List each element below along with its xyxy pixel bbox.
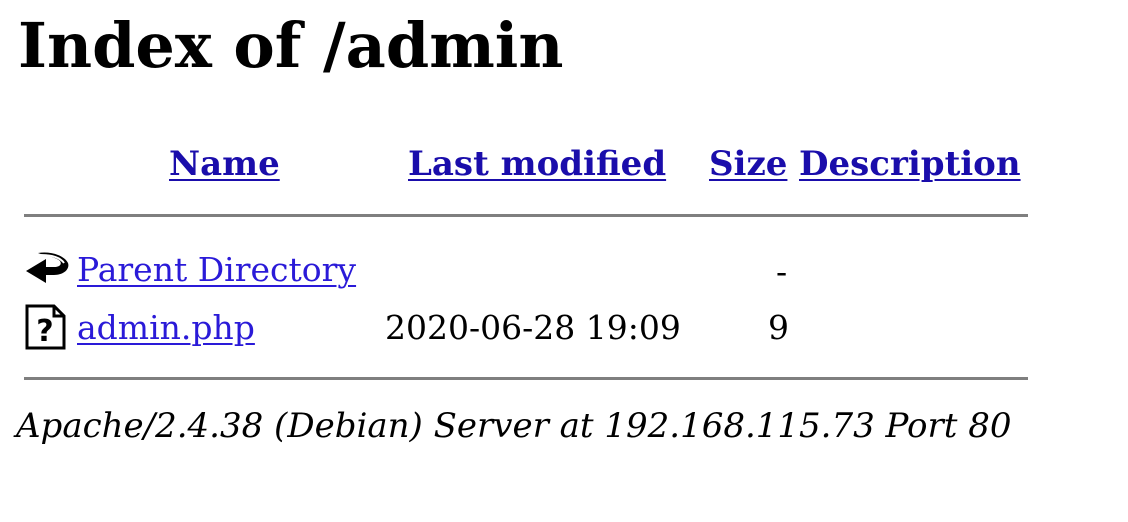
admin-php-size: 9	[768, 308, 789, 347]
sort-by-last-modified-link[interactable]: Last modified	[408, 142, 666, 186]
page-title: Index of /admin	[18, 9, 564, 82]
server-signature: Apache/2.4.38 (Debian) Server at 192.168…	[16, 406, 1012, 446]
parent-directory-link[interactable]: Parent Directory	[77, 248, 356, 292]
admin-php-link[interactable]: admin.php	[77, 306, 255, 350]
unknown-file-icon: ?	[24, 304, 70, 350]
bottom-divider	[24, 377, 1028, 380]
back-arrow-icon	[24, 247, 70, 293]
parent-directory-size: -	[776, 252, 788, 291]
sort-by-size-link[interactable]: Size	[709, 142, 787, 186]
top-divider	[24, 214, 1028, 217]
svg-text:?: ?	[36, 314, 53, 349]
sort-by-name-link[interactable]: Name	[169, 142, 280, 186]
sort-by-description-link[interactable]: Description	[799, 142, 1021, 186]
admin-php-last-modified: 2020-06-28 19:09	[385, 308, 681, 347]
